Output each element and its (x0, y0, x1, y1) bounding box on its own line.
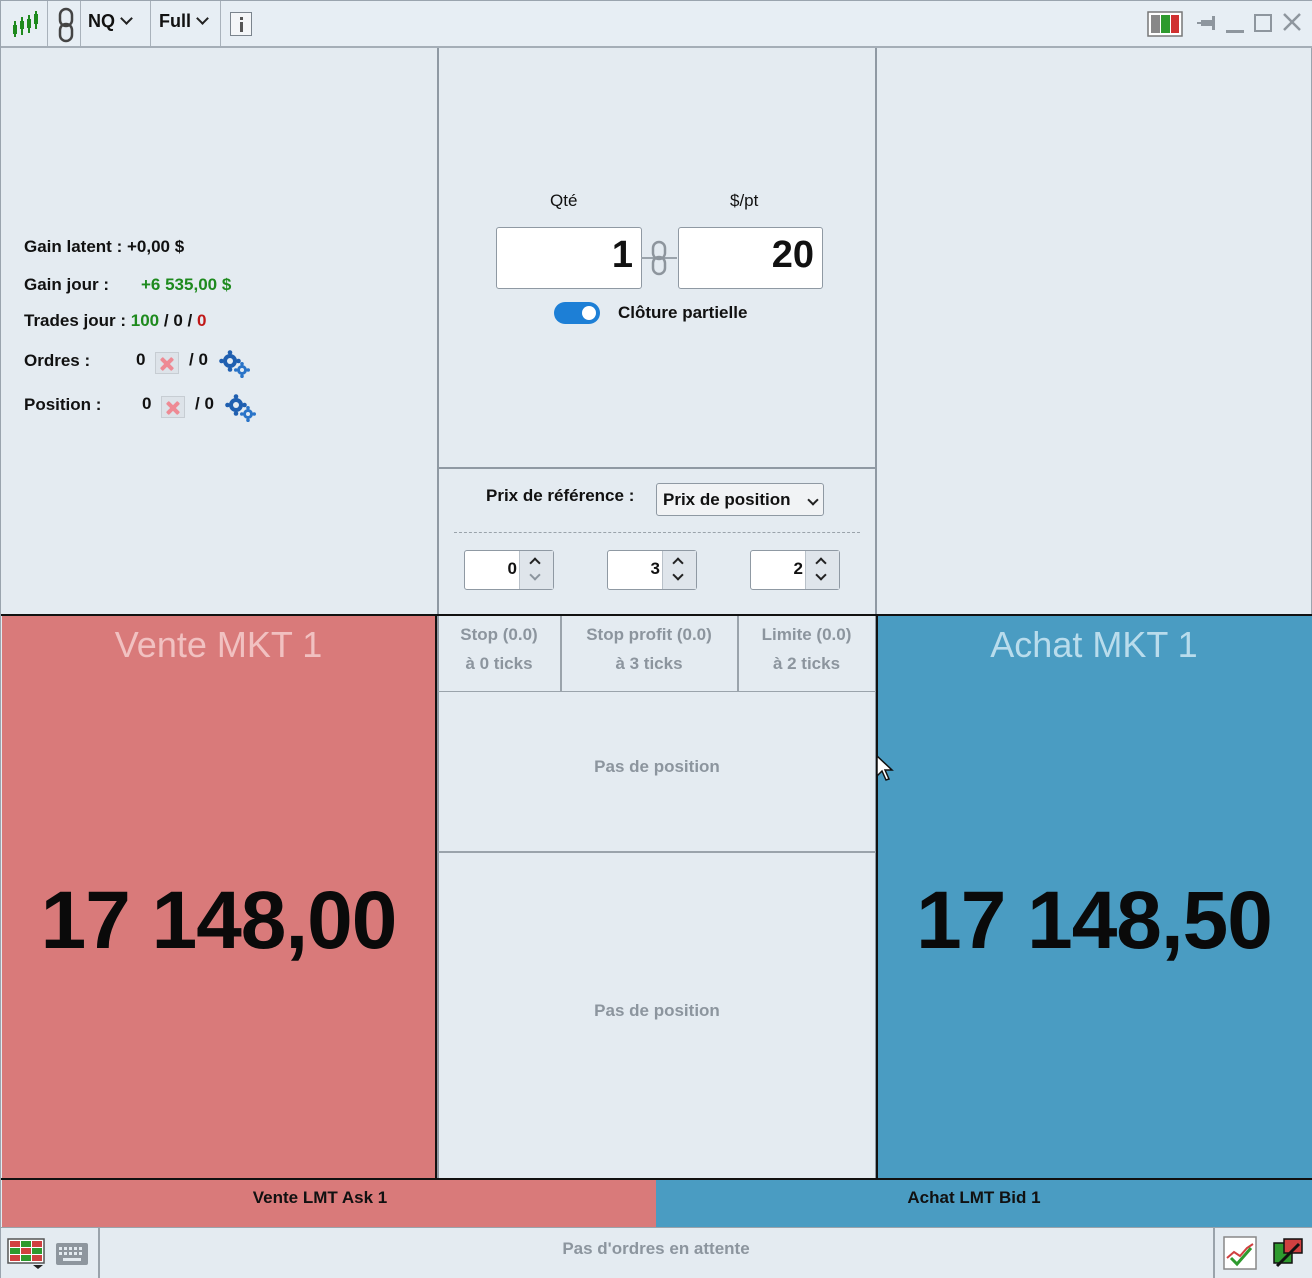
cancel-orders-icon[interactable] (155, 352, 179, 374)
orders-label: Ordres : (24, 351, 91, 370)
link-icon[interactable] (55, 7, 77, 48)
gear-icon[interactable] (225, 394, 257, 422)
orders-total: / 0 (189, 350, 208, 369)
profit-ticks-value: 3 (650, 559, 660, 578)
sell-limit-label: Vente LMT Ask 1 (252, 1188, 388, 1207)
pin-icon[interactable] (1197, 14, 1219, 39)
mode-dropdown[interactable]: Full (159, 11, 209, 32)
chevron-down-icon (120, 12, 133, 25)
qty-input[interactable]: 1 (496, 227, 642, 289)
position-total: / 0 (195, 394, 214, 413)
decrement-icon[interactable] (815, 569, 827, 581)
candlestick-chart-icon[interactable] (11, 9, 41, 44)
gear-icon[interactable] (219, 350, 251, 378)
keyboard-icon[interactable] (55, 1242, 89, 1271)
position-count: 0 (142, 394, 152, 413)
buy-market-button[interactable]: Achat MKT 1 17 148,50 (876, 616, 1312, 1178)
orders-count: 0 (136, 350, 146, 369)
reference-price-label: Prix de référence : (486, 486, 635, 505)
buy-market-title: Achat MKT 1 (990, 624, 1198, 665)
gain-latent-value: +0,00 $ (126, 237, 185, 256)
increment-icon[interactable] (815, 557, 827, 569)
link-icon[interactable] (641, 239, 677, 282)
layout-colors-icon[interactable] (1147, 11, 1183, 42)
maximize-icon[interactable] (1254, 14, 1272, 32)
position-label: Position : (24, 395, 102, 414)
stop-ticks-spinner[interactable]: 0 (464, 550, 554, 590)
grid-layout-icon[interactable] (7, 1238, 47, 1275)
sell-market-button[interactable]: Vente MKT 1 17 148,00 (2, 616, 437, 1178)
gain-jour-value: +6 535,00 $ (141, 275, 232, 294)
upper-position-status: Pas de position (594, 757, 720, 776)
decrement-icon[interactable] (672, 569, 684, 581)
divider (438, 467, 876, 469)
chevron-down-icon (196, 12, 209, 25)
trades-loss-count: 0 (197, 311, 207, 330)
mode-label: Full (159, 11, 191, 31)
limit-bracket-button[interactable]: Limite (0.0) à 2 ticks (738, 625, 875, 674)
limit-ticks-value: 2 (793, 559, 803, 578)
lower-position-status: Pas de position (594, 1001, 720, 1020)
trades-even-count: 0 (173, 311, 183, 330)
profit-ticks-spinner[interactable]: 3 (607, 550, 697, 590)
sell-market-title: Vente MKT 1 (114, 624, 323, 665)
close-position-icon[interactable] (161, 396, 185, 418)
pending-orders-status: Pas d'ordres en attente (562, 1239, 750, 1258)
partial-close-toggle[interactable] (554, 302, 600, 324)
minimize-icon[interactable] (1226, 30, 1244, 33)
stop-profit-bracket-button[interactable]: Stop profit (0.0) à 3 ticks (561, 625, 737, 674)
sell-limit-ask-button[interactable]: Vente LMT Ask 1 (2, 1180, 656, 1227)
limit-ticks-spinner[interactable]: 2 (750, 550, 840, 590)
dashed-divider (454, 532, 860, 533)
tools-icon[interactable] (1271, 1236, 1305, 1275)
stop-ticks-value: 0 (507, 559, 517, 578)
ppt-label: $/pt (730, 191, 759, 210)
status-bar: Pas d'ordres en attente (1, 1227, 1312, 1278)
symbol-dropdown[interactable]: NQ (88, 11, 133, 32)
gain-latent: Gain latent : +0,00 $ (24, 237, 185, 256)
chart-check-icon[interactable] (1223, 1236, 1257, 1275)
chevron-down-icon (807, 494, 819, 506)
symbol-label: NQ (88, 11, 115, 31)
buy-limit-label: Achat LMT Bid 1 (907, 1188, 1041, 1207)
qty-label: Qté (550, 191, 578, 210)
divider (438, 851, 876, 853)
reference-price-selected: Prix de position (663, 490, 791, 509)
mouse-cursor-icon (876, 754, 896, 788)
increment-icon[interactable] (529, 557, 541, 569)
reference-price-select[interactable]: Prix de position (656, 483, 824, 516)
dollar-per-point-input[interactable]: 20 (678, 227, 823, 289)
trades-win-count: 100 (130, 311, 160, 330)
gain-jour-label: Gain jour : (24, 275, 109, 294)
ask-price: 17 148,50 (916, 875, 1273, 966)
partial-close-label: Clôture partielle (618, 303, 748, 322)
toolbar: NQ Full (1, 1, 1312, 48)
info-icon[interactable] (230, 12, 252, 36)
stop-bracket-button[interactable]: Stop (0.0) à 0 ticks (438, 625, 560, 674)
decrement-icon[interactable] (529, 569, 541, 581)
close-icon[interactable] (1282, 12, 1302, 37)
buy-limit-bid-button[interactable]: Achat LMT Bid 1 (656, 1180, 1312, 1227)
trades-jour: Trades jour : 100 / 0 / 0 (24, 311, 207, 330)
bid-price: 17 148,00 (40, 875, 398, 966)
increment-icon[interactable] (672, 557, 684, 569)
